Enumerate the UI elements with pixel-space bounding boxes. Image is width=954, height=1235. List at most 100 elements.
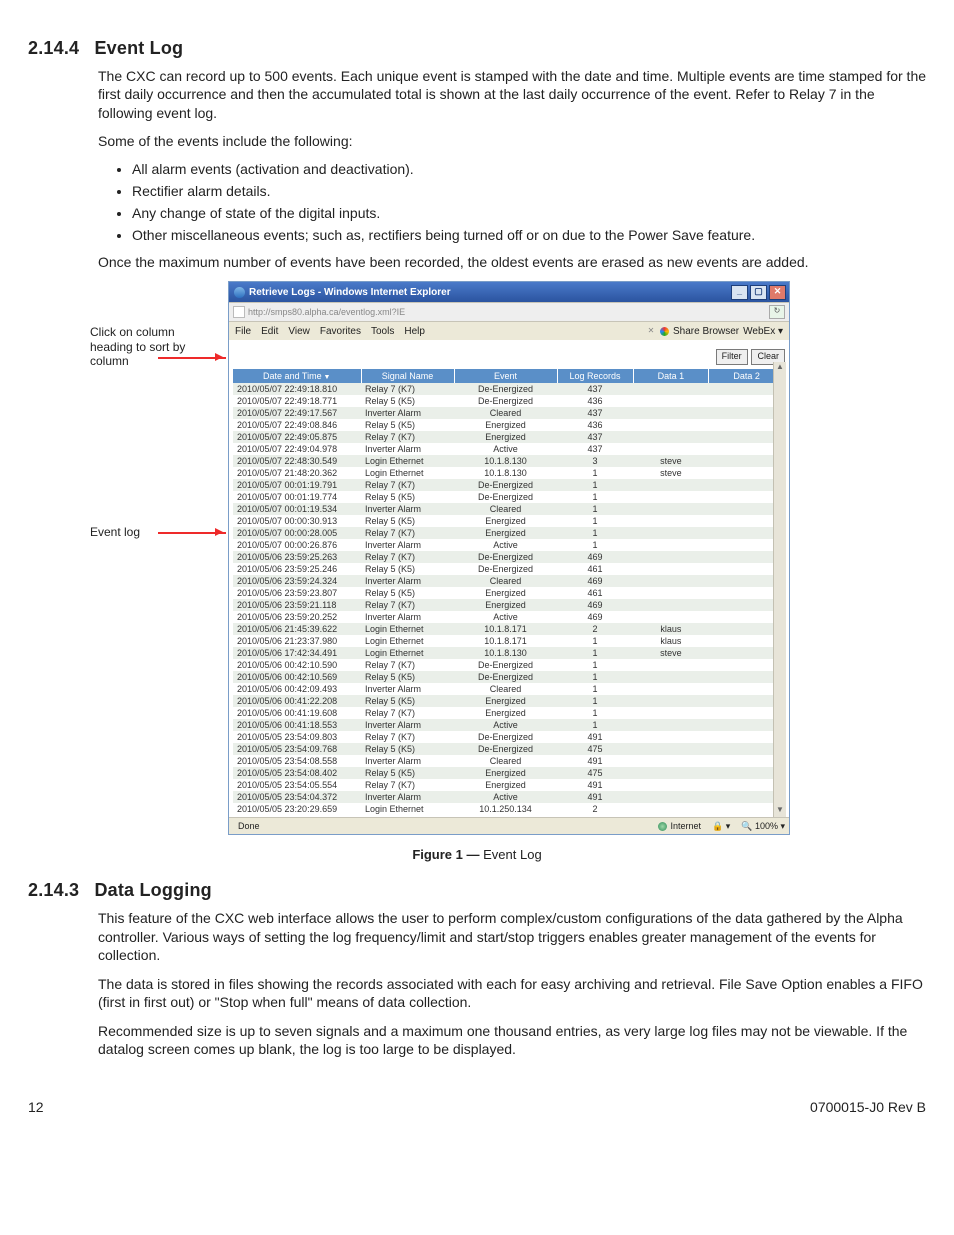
table-row[interactable]: 2010/05/05 23:54:04.372Inverter AlarmAct… [233, 791, 785, 803]
col-header-event[interactable]: Event [454, 369, 557, 383]
status-bar: Done Internet 🔒 ▾ 🔍 100% ▾ [229, 817, 789, 834]
cell-data1 [633, 719, 709, 731]
refresh-button[interactable]: ↻ [769, 305, 785, 319]
table-row[interactable]: 2010/05/07 22:49:17.567Inverter AlarmCle… [233, 407, 785, 419]
cell-signal: Inverter Alarm [361, 407, 454, 419]
cell-signal: Relay 7 (K7) [361, 707, 454, 719]
table-row[interactable]: 2010/05/07 21:48:20.362Login Ethernet10.… [233, 467, 785, 479]
address-bar[interactable]: http://smps80.alpha.ca/eventlog.xml?IE ↻ [229, 302, 789, 322]
menu-edit[interactable]: Edit [261, 326, 278, 337]
table-row[interactable]: 2010/05/07 22:49:04.978Inverter AlarmAct… [233, 443, 785, 455]
table-row[interactable]: 2010/05/06 23:59:23.807Relay 5 (K5)Energ… [233, 587, 785, 599]
cell-data1 [633, 443, 709, 455]
cell-datetime: 2010/05/06 17:42:34.491 [233, 647, 361, 659]
scroll-up-icon[interactable]: ▲ [774, 362, 786, 374]
table-row[interactable]: 2010/05/07 00:01:19.774Relay 5 (K5)De-En… [233, 491, 785, 503]
table-row[interactable]: 2010/05/07 00:01:19.534Inverter AlarmCle… [233, 503, 785, 515]
table-row[interactable]: 2010/05/07 00:00:26.876Inverter AlarmAct… [233, 539, 785, 551]
cell-datetime: 2010/05/07 22:49:08.846 [233, 419, 361, 431]
table-row[interactable]: 2010/05/07 00:00:30.913Relay 5 (K5)Energ… [233, 515, 785, 527]
table-row[interactable]: 2010/05/06 00:41:18.553Inverter AlarmAct… [233, 719, 785, 731]
minimize-button[interactable]: _ [731, 285, 748, 300]
table-row[interactable]: 2010/05/07 22:49:18.810Relay 7 (K7)De-En… [233, 383, 785, 395]
table-row[interactable]: 2010/05/05 23:54:09.803Relay 7 (K7)De-En… [233, 731, 785, 743]
protected-mode-icon[interactable]: 🔒 ▾ [712, 821, 730, 832]
table-row[interactable]: 2010/05/07 22:48:30.549Login Ethernet10.… [233, 455, 785, 467]
cell-signal: Login Ethernet [361, 455, 454, 467]
menu-favorites[interactable]: Favorites [320, 326, 361, 337]
col-header-data1[interactable]: Data 1 [633, 369, 709, 383]
menu-file[interactable]: File [235, 326, 251, 337]
menu-tools[interactable]: Tools [371, 326, 394, 337]
app-window: Retrieve Logs - Windows Internet Explore… [228, 281, 790, 835]
table-row[interactable]: 2010/05/05 23:20:29.659Login Ethernet10.… [233, 803, 785, 815]
table-row[interactable]: 2010/05/06 23:59:21.118Relay 7 (K7)Energ… [233, 599, 785, 611]
scrollbar[interactable]: ▲ ▼ [773, 362, 786, 817]
cell-datetime: 2010/05/06 23:59:25.263 [233, 551, 361, 563]
cell-event: Cleared [454, 683, 557, 695]
cell-logrecords: 475 [557, 743, 633, 755]
col-header-logrecords[interactable]: Log Records [557, 369, 633, 383]
cell-event: De-Energized [454, 551, 557, 563]
cell-event: 10.1.8.130 [454, 467, 557, 479]
share-browser-label[interactable]: Share Browser [673, 326, 739, 337]
table-row[interactable]: 2010/05/06 23:59:25.246Relay 5 (K5)De-En… [233, 563, 785, 575]
cell-event: De-Energized [454, 659, 557, 671]
cell-signal: Inverter Alarm [361, 611, 454, 623]
table-row[interactable]: 2010/05/07 00:00:28.005Relay 7 (K7)Energ… [233, 527, 785, 539]
table-row[interactable]: 2010/05/07 22:49:18.771Relay 5 (K5)De-En… [233, 395, 785, 407]
cell-event: 10.1.8.171 [454, 623, 557, 635]
menu-view[interactable]: View [288, 326, 310, 337]
table-row[interactable]: 2010/05/06 23:59:25.263Relay 7 (K7)De-En… [233, 551, 785, 563]
cell-data1 [633, 395, 709, 407]
table-row[interactable]: 2010/05/06 17:42:34.491Login Ethernet10.… [233, 647, 785, 659]
table-row[interactable]: 2010/05/06 23:59:24.324Inverter AlarmCle… [233, 575, 785, 587]
cell-signal: Relay 7 (K7) [361, 551, 454, 563]
menu-help[interactable]: Help [404, 326, 425, 337]
table-row[interactable]: 2010/05/05 23:54:09.768Relay 5 (K5)De-En… [233, 743, 785, 755]
table-row[interactable]: 2010/05/06 21:45:39.622Login Ethernet10.… [233, 623, 785, 635]
cell-event: Active [454, 719, 557, 731]
table-row[interactable]: 2010/05/06 00:42:10.590Relay 7 (K7)De-En… [233, 659, 785, 671]
cell-logrecords: 437 [557, 383, 633, 395]
table-row[interactable]: 2010/05/05 23:54:05.554Relay 7 (K7)Energ… [233, 779, 785, 791]
table-row[interactable]: 2010/05/06 00:41:19.608Relay 7 (K7)Energ… [233, 707, 785, 719]
table-row[interactable]: 2010/05/06 21:23:37.980Login Ethernet10.… [233, 635, 785, 647]
list-item: Other miscellaneous events; such as, rec… [132, 227, 926, 243]
cell-datetime: 2010/05/06 23:59:25.246 [233, 563, 361, 575]
cell-event: De-Energized [454, 731, 557, 743]
filter-button[interactable]: Filter [716, 349, 748, 365]
cell-datetime: 2010/05/05 23:54:09.803 [233, 731, 361, 743]
table-row[interactable]: 2010/05/06 23:59:20.252Inverter AlarmAct… [233, 611, 785, 623]
table-row[interactable]: 2010/05/07 22:49:05.875Relay 7 (K7)Energ… [233, 431, 785, 443]
cell-logrecords: 491 [557, 755, 633, 767]
cell-data1 [633, 479, 709, 491]
table-row[interactable]: 2010/05/06 00:42:09.493Inverter AlarmCle… [233, 683, 785, 695]
table-row[interactable]: 2010/05/05 23:54:08.558Inverter AlarmCle… [233, 755, 785, 767]
table-row[interactable]: 2010/05/06 00:42:10.569Relay 5 (K5)De-En… [233, 671, 785, 683]
cell-logrecords: 1 [557, 659, 633, 671]
cell-signal: Relay 5 (K5) [361, 563, 454, 575]
table-row[interactable]: 2010/05/07 00:01:19.791Relay 7 (K7)De-En… [233, 479, 785, 491]
cell-logrecords: 469 [557, 611, 633, 623]
col-header-signal[interactable]: Signal Name [361, 369, 454, 383]
cell-datetime: 2010/05/07 00:00:30.913 [233, 515, 361, 527]
table-row[interactable]: 2010/05/07 22:49:08.846Relay 5 (K5)Energ… [233, 419, 785, 431]
col-header-datetime[interactable]: Date and Time [233, 369, 361, 383]
cell-event: Energized [454, 587, 557, 599]
cell-logrecords: 436 [557, 419, 633, 431]
scroll-down-icon[interactable]: ▼ [774, 805, 786, 817]
cell-datetime: 2010/05/06 21:23:37.980 [233, 635, 361, 647]
cell-signal: Login Ethernet [361, 647, 454, 659]
close-button[interactable]: ✕ [769, 285, 786, 300]
cell-data1 [633, 539, 709, 551]
webex-dropdown[interactable]: WebEx ▾ [743, 326, 783, 337]
close-toolbar-icon[interactable]: ✕ [646, 326, 656, 336]
maximize-button[interactable]: ▢ [750, 285, 767, 300]
cell-event: Active [454, 539, 557, 551]
table-row[interactable]: 2010/05/05 23:54:08.402Relay 5 (K5)Energ… [233, 767, 785, 779]
table-row[interactable]: 2010/05/06 00:41:22.208Relay 5 (K5)Energ… [233, 695, 785, 707]
paragraph: Once the maximum number of events have b… [98, 253, 926, 271]
zoom-indicator[interactable]: 🔍 100% ▾ [741, 821, 785, 832]
window-titlebar[interactable]: Retrieve Logs - Windows Internet Explore… [229, 282, 789, 302]
